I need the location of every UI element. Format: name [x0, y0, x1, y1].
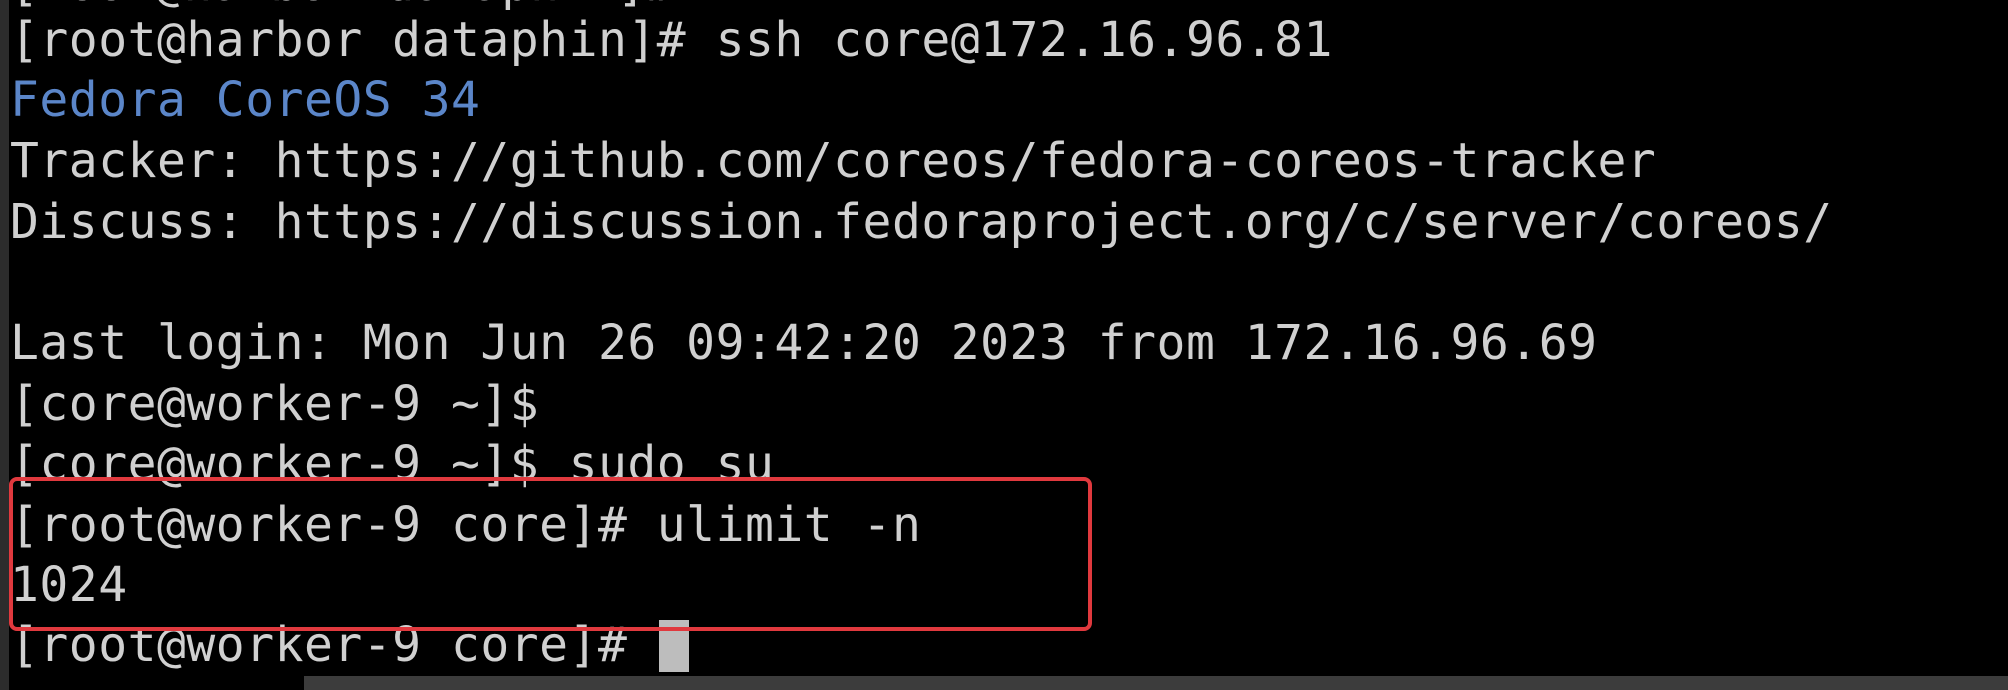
- bottom-scrollbar[interactable]: [304, 676, 2008, 690]
- terminal-line-core-prompt: [core@worker-9 ~]$: [10, 376, 540, 432]
- terminal-line-os-banner: Fedora CoreOS 34: [10, 72, 481, 128]
- terminal-line-last-login: Last login: Mon Jun 26 09:42:20 2023 fro…: [10, 315, 1598, 371]
- terminal-line-tracker: Tracker: https://github.com/coreos/fedor…: [10, 133, 1657, 189]
- window-edge: [0, 0, 9, 690]
- terminal-line-ssh-command: [root@harbor dataphin]# ssh core@172.16.…: [10, 12, 1333, 68]
- highlight-annotation-box: [9, 477, 1092, 631]
- terminal-line-discuss: Discuss: https://discussion.fedoraprojec…: [10, 194, 1833, 250]
- terminal-window[interactable]: [root@harbor dataphin]# [root@harbor dat…: [0, 0, 2008, 690]
